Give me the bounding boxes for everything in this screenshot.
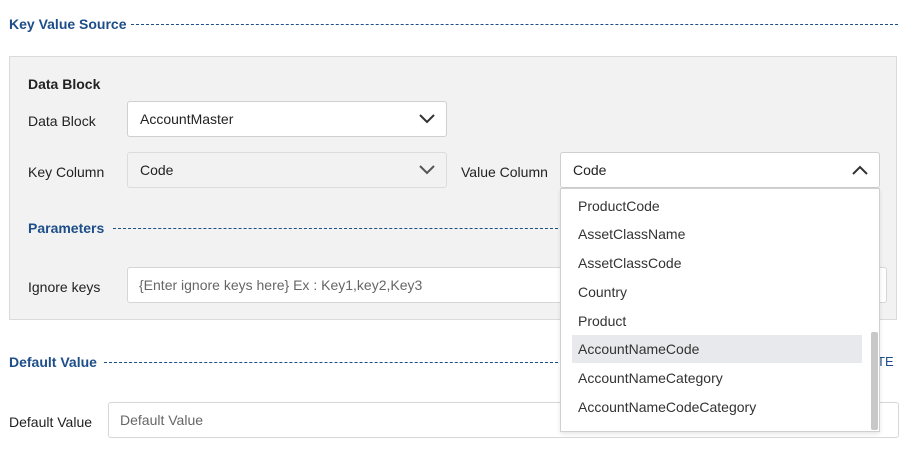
key-value-source-divider <box>131 24 898 25</box>
data-block-heading: Data Block <box>28 76 101 92</box>
key-column-select-value: Code <box>140 162 174 178</box>
dropdown-option[interactable]: AssetClassName <box>572 220 862 248</box>
data-block-label: Data Block <box>28 113 96 129</box>
ignore-keys-label: Ignore keys <box>28 279 101 295</box>
value-column-select-value: Code <box>573 162 607 178</box>
default-value-label: Default Value <box>9 414 93 430</box>
chevron-up-icon <box>852 165 868 175</box>
value-column-label: Value Column <box>461 164 548 180</box>
dropdown-scrollbar[interactable] <box>871 332 878 430</box>
parameters-title: Parameters <box>28 220 105 236</box>
dropdown-option[interactable]: AssetClassCode <box>572 249 862 277</box>
key-column-label: Key Column <box>28 164 105 180</box>
key-column-select[interactable]: Code <box>127 152 447 188</box>
default-value-divider <box>104 362 558 363</box>
chevron-down-icon <box>419 114 435 124</box>
parameters-divider <box>113 228 558 229</box>
dropdown-option[interactable]: Product <box>572 307 862 335</box>
key-value-source-title: Key Value Source <box>9 16 127 32</box>
page: Key Value Source Data Block Data Block A… <box>0 0 909 451</box>
dropdown-option[interactable]: AccountNameCodeCategory <box>572 393 862 421</box>
value-column-select[interactable]: Code <box>560 152 880 188</box>
dropdown-option[interactable]: ProductCode <box>572 192 862 220</box>
ignore-keys-placeholder: {Enter ignore keys here} Ex : Key1,key2,… <box>139 277 423 293</box>
dropdown-option-highlighted[interactable]: AccountNameCode <box>572 335 862 363</box>
value-column-dropdown[interactable]: ProductCode AssetClassName AssetClassCod… <box>560 188 880 432</box>
dropdown-option[interactable]: Country <box>572 278 862 306</box>
data-block-select-value: AccountMaster <box>140 111 234 127</box>
chevron-down-icon <box>419 165 435 175</box>
dropdown-option[interactable]: AccountNameCategory <box>572 364 862 392</box>
default-value-title: Default Value <box>9 354 97 370</box>
data-block-select[interactable]: AccountMaster <box>127 101 447 137</box>
default-value-placeholder: Default Value <box>120 412 204 428</box>
